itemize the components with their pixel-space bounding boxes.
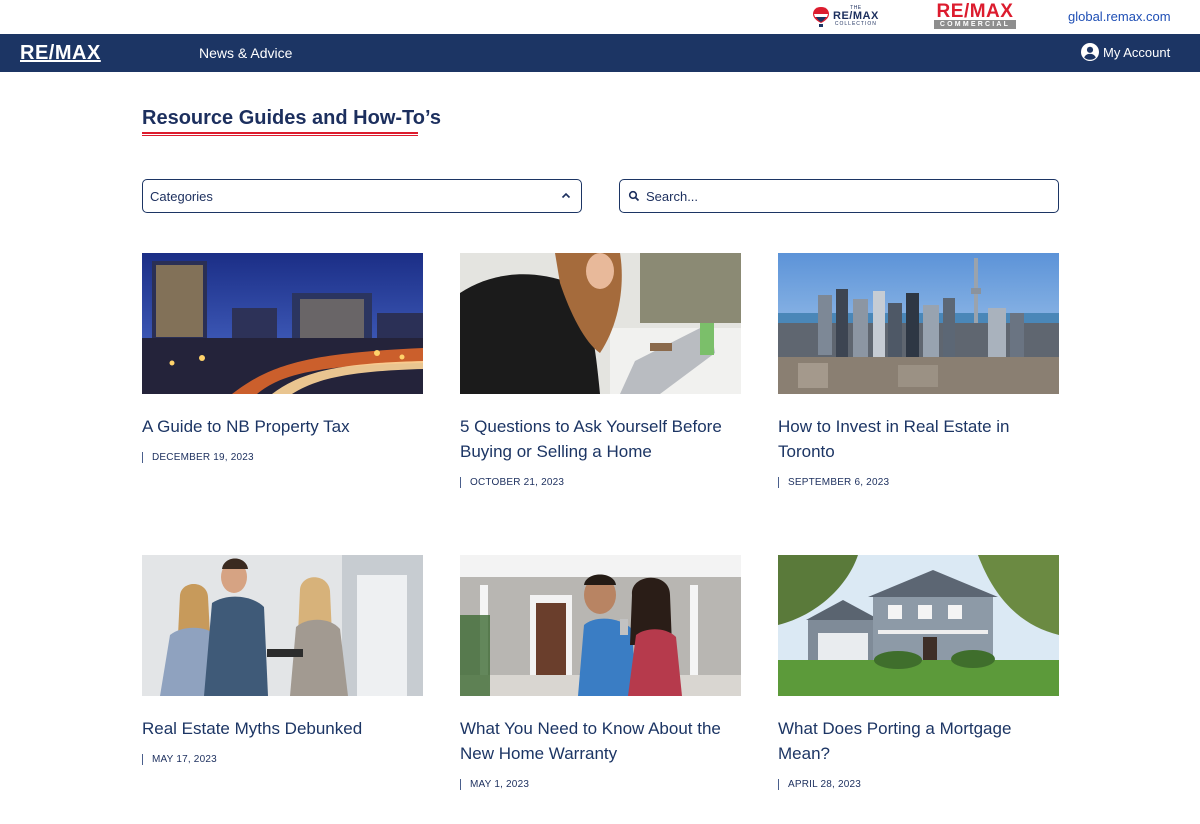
nav-news-advice[interactable]: News & Advice <box>199 45 292 61</box>
remax-balloon-icon <box>813 6 829 27</box>
account-circle-icon <box>1081 43 1099 61</box>
search-icon <box>628 190 640 202</box>
search-box <box>619 179 1059 213</box>
article-image-toronto-skyline[interactable] <box>778 253 1059 394</box>
article-card: A Guide to NB Property Tax DECEMBER 19, … <box>142 253 423 463</box>
categories-dropdown[interactable]: Categories <box>142 179 582 213</box>
article-date: MAY 1, 2023 <box>460 779 741 790</box>
article-date: APRIL 28, 2023 <box>778 779 1059 790</box>
article-image-people-meeting[interactable] <box>142 555 423 696</box>
article-date: MAY 17, 2023 <box>142 754 423 765</box>
remax-commercial-logo[interactable]: RE/MAX COMMERCIAL <box>934 1 1016 29</box>
remax-collection-logo[interactable]: THE RE/MAX COLLECTION <box>812 3 884 30</box>
collection-logo-sub: COLLECTION <box>834 21 877 27</box>
article-title[interactable]: 5 Questions to Ask Yourself Before Buyin… <box>460 414 741 464</box>
article-title[interactable]: A Guide to NB Property Tax <box>142 414 423 439</box>
title-underline <box>142 132 418 136</box>
article-title[interactable]: Real Estate Myths Debunked <box>142 716 423 741</box>
article-image-city-night[interactable] <box>142 253 423 394</box>
article-title[interactable]: How to Invest in Real Estate in Toronto <box>778 414 1059 464</box>
article-image-suburban-house[interactable] <box>778 555 1059 696</box>
article-card: What You Need to Know About the New Home… <box>460 555 741 790</box>
article-title[interactable]: What You Need to Know About the New Home… <box>460 716 741 766</box>
global-remax-link[interactable]: global.remax.com <box>1068 9 1171 24</box>
my-account-label: My Account <box>1103 44 1171 60</box>
article-title[interactable]: What Does Porting a Mortgage Mean? <box>778 716 1059 766</box>
article-card: What Does Porting a Mortgage Mean? APRIL… <box>778 555 1059 790</box>
main-nav: RE/MAX News & Advice My Account <box>0 34 1200 72</box>
article-card: 5 Questions to Ask Yourself Before Buyin… <box>460 253 741 488</box>
utility-bar: THE RE/MAX COLLECTION RE/MAX COMMERCIAL … <box>0 0 1200 34</box>
commercial-logo-name: RE/MAX <box>936 1 1014 22</box>
article-card: Real Estate Myths Debunked MAY 17, 2023 <box>142 555 423 765</box>
article-date: OCTOBER 21, 2023 <box>460 477 741 488</box>
page-title: Resource Guides and How-To’s <box>142 107 441 129</box>
article-card: How to Invest in Real Estate in Toronto … <box>778 253 1059 488</box>
remax-logo[interactable]: RE/MAX <box>20 42 101 65</box>
categories-label: Categories <box>150 188 213 204</box>
my-account-button[interactable]: My Account <box>1081 43 1170 61</box>
article-image-woman-laptop[interactable] <box>460 253 741 394</box>
commercial-logo-sub: COMMERCIAL <box>934 20 1016 29</box>
article-date: DECEMBER 19, 2023 <box>142 452 423 463</box>
article-date: SEPTEMBER 6, 2023 <box>778 477 1059 488</box>
article-image-couple-keys[interactable] <box>460 555 741 696</box>
search-input[interactable] <box>646 188 1050 204</box>
chevron-up-icon <box>561 192 571 199</box>
